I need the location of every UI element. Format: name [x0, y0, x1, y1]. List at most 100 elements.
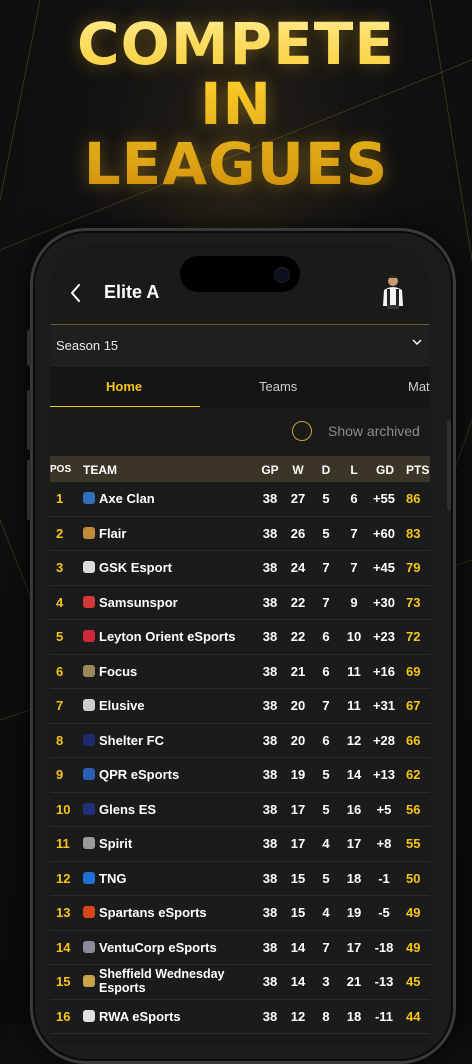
wins: 15: [290, 870, 306, 886]
points: 67: [406, 698, 421, 713]
show-archived-label[interactable]: Show archived: [328, 423, 420, 439]
team-name[interactable]: Elusive: [99, 698, 145, 713]
row-position: 4: [56, 594, 64, 610]
team-name[interactable]: Axe Clan: [99, 491, 155, 506]
row-position: 7: [56, 698, 64, 713]
goal-difference: +31: [372, 698, 396, 713]
show-archived-radio[interactable]: [292, 421, 312, 441]
team-name[interactable]: GSK Esport: [99, 560, 172, 575]
back-button[interactable]: [64, 278, 88, 308]
table-row[interactable]: 6 Focus 38 21 6 11 +16 69: [50, 654, 430, 689]
team-name[interactable]: Spartans eSports: [99, 905, 207, 920]
column-header-w: W: [292, 463, 304, 477]
team-name[interactable]: TNG: [99, 871, 126, 886]
tab-home[interactable]: Home: [106, 379, 142, 394]
losses: 11: [347, 663, 361, 679]
goal-difference: -5: [378, 905, 390, 920]
points: 44: [406, 1008, 421, 1024]
team-name[interactable]: Leyton Orient eSports: [99, 629, 236, 644]
table-row[interactable]: 5 Leyton Orient eSports 38 22 6 10 +23 72: [50, 620, 430, 655]
games-played: 38: [262, 870, 278, 886]
team-name[interactable]: Shelter FC: [99, 733, 164, 748]
table-row[interactable]: 14 VentuCorp eSports 38 14 7 17 -18 49: [50, 930, 430, 965]
points: 45: [406, 974, 421, 989]
draws: 5: [322, 870, 330, 886]
draws: 7: [322, 594, 330, 610]
wins: 22: [290, 629, 306, 644]
avatar[interactable]: [378, 272, 408, 310]
table-row[interactable]: 7 Elusive 38 20 7 11 +31 67: [50, 689, 430, 724]
wins: 20: [290, 698, 306, 713]
team-crest-icon: [83, 837, 95, 849]
games-played: 38: [262, 801, 278, 817]
team-name[interactable]: Spirit: [99, 836, 132, 851]
points: 50: [406, 870, 421, 886]
team-crest-icon: [83, 526, 95, 539]
wins: 19: [290, 767, 306, 782]
losses: 18: [346, 1008, 362, 1024]
wins: 17: [290, 836, 306, 851]
phone-volume-down-button: [27, 460, 31, 520]
row-position: 6: [56, 663, 64, 679]
column-header-gd: GD: [376, 463, 394, 477]
table-row[interactable]: 16 RWA eSports 38 12 8 18 -11 44: [50, 999, 430, 1034]
wins: 21: [290, 663, 306, 679]
phone-power-button: [447, 420, 451, 510]
table-row[interactable]: 11 Spirit 38 17 4 17 +8 55: [50, 827, 430, 862]
row-position: 15: [56, 974, 71, 989]
losses: 9: [350, 594, 358, 610]
losses: 19: [346, 905, 362, 920]
column-header-gp: GP: [261, 463, 279, 477]
season-select[interactable]: Season 15: [50, 325, 430, 365]
team-crest-icon: [83, 940, 95, 953]
table-row[interactable]: 10 Glens ES 38 17 5 16 +5 56: [50, 792, 430, 827]
tab-matches[interactable]: Mat: [408, 379, 430, 394]
promo-headline: COMPETE IN LEAGUES: [0, 14, 472, 194]
goal-difference: -18: [374, 939, 394, 955]
draws: 5: [322, 767, 330, 782]
team-name[interactable]: Samsunspor: [99, 595, 178, 610]
table-row[interactable]: 12 TNG 38 15 5 18 -1 50: [50, 861, 430, 896]
table-row[interactable]: 3 GSK Esport 38 24 7 7 +45 79: [50, 551, 430, 586]
tab-teams[interactable]: Teams: [259, 379, 297, 394]
games-played: 38: [262, 939, 278, 955]
losses: 12: [346, 732, 362, 748]
table-row[interactable]: 2 Flair 38 26 5 7 +60 83: [50, 516, 430, 551]
standings-header: POS TEAM GP W D L GD PTS: [50, 456, 430, 482]
team-crest-icon: [83, 975, 95, 987]
goal-difference: +28: [372, 732, 396, 748]
table-row[interactable]: 13 Spartans eSports 38 15 4 19 -5 49: [50, 896, 430, 931]
team-name[interactable]: RWA eSports: [99, 1009, 181, 1024]
points: 86: [406, 491, 421, 506]
tab-bar: Home Teams Mat: [50, 365, 430, 408]
team-name[interactable]: VentuCorp eSports: [99, 940, 217, 955]
table-row[interactable]: 1 Axe Clan 38 27 5 6 +55 86: [50, 482, 430, 517]
table-row[interactable]: 4 Samsunspor 38 22 7 9 +30 73: [50, 585, 430, 620]
draws: 3: [322, 974, 330, 989]
wins: 27: [290, 491, 306, 506]
team-name[interactable]: QPR eSports: [99, 767, 179, 782]
table-row[interactable]: 9 QPR eSports 38 19 5 14 +13 62: [50, 758, 430, 793]
team-name[interactable]: Focus: [99, 664, 137, 679]
row-position: 1: [56, 491, 64, 506]
headline-line-3: LEAGUES: [83, 130, 389, 198]
goal-difference: +55: [372, 491, 396, 506]
season-selected-value: Season 15: [56, 338, 119, 353]
table-row[interactable]: 15 Sheffield Wednesday Esports 38 14 3 21 -13 4…: [50, 965, 430, 1000]
team-name[interactable]: Sheffield Wednesday Esports: [99, 967, 249, 995]
wins: 17: [290, 801, 306, 817]
team-crest-icon: [83, 664, 95, 677]
row-position: 13: [56, 905, 71, 920]
team-name[interactable]: Flair: [99, 526, 126, 541]
points: 83: [406, 525, 421, 541]
losses: 21: [346, 974, 362, 989]
points: 56: [406, 801, 421, 817]
team-crest-icon: [83, 871, 95, 884]
headline-line-1: COMPETE: [77, 10, 395, 78]
losses: 6: [350, 491, 358, 506]
wins: 22: [290, 594, 306, 610]
table-row[interactable]: 8 Shelter FC 38 20 6 12 +28 66: [50, 723, 430, 758]
points: 49: [406, 905, 421, 920]
team-name[interactable]: Glens ES: [99, 802, 156, 817]
goal-difference: +8: [376, 836, 392, 851]
